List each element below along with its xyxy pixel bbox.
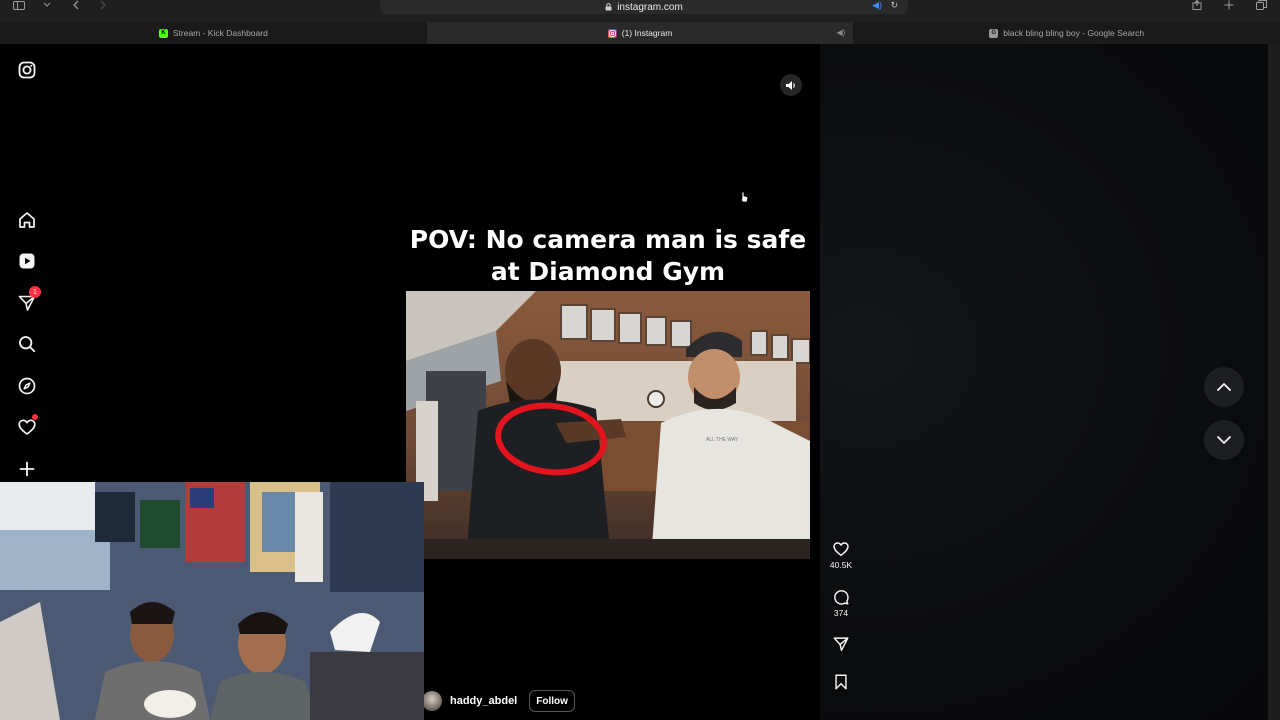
tab-overview-icon[interactable] bbox=[1254, 0, 1268, 10]
caption-line: POV: No camera man is safe bbox=[409, 225, 807, 254]
tab-bar: K Stream - Kick Dashboard (1) Instagram … bbox=[0, 22, 1280, 44]
back-icon[interactable] bbox=[68, 0, 82, 10]
browser-toolbar: instagram.com ◀) ↻ bbox=[0, 0, 1280, 22]
home-icon[interactable] bbox=[17, 210, 37, 230]
reels-icon[interactable] bbox=[17, 251, 37, 271]
tab-google-search[interactable]: G black bling bling boy - Google Search bbox=[853, 22, 1280, 44]
reel-video-frame: ALL THE WAY bbox=[406, 291, 810, 559]
tab-instagram[interactable]: (1) Instagram ◀) bbox=[426, 22, 854, 44]
search-icon[interactable] bbox=[17, 334, 37, 354]
comment-action[interactable]: 374 bbox=[826, 588, 856, 618]
bookmark-icon[interactable] bbox=[832, 673, 850, 691]
chevron-down-icon bbox=[1216, 435, 1232, 445]
reel-author: haddy_abdel Follow bbox=[422, 690, 575, 712]
google-icon: G bbox=[989, 28, 999, 38]
tab-label: (1) Instagram bbox=[621, 28, 673, 38]
previous-reel-button[interactable] bbox=[1204, 367, 1244, 407]
audio-toggle-button[interactable] bbox=[780, 74, 802, 96]
explore-icon[interactable] bbox=[17, 376, 37, 396]
heart-icon[interactable] bbox=[832, 540, 850, 558]
mouse-cursor-icon bbox=[739, 191, 749, 203]
tab-label: black bling bling boy - Google Search bbox=[1003, 28, 1145, 38]
chevron-down-icon[interactable] bbox=[40, 0, 54, 10]
like-count: 40.5K bbox=[829, 560, 853, 570]
url-text: instagram.com bbox=[617, 1, 683, 13]
follow-button[interactable]: Follow bbox=[529, 690, 575, 712]
lock-icon bbox=[605, 3, 612, 11]
kick-icon: K bbox=[158, 28, 168, 38]
speaker-icon bbox=[786, 80, 795, 90]
forward-icon[interactable] bbox=[96, 0, 110, 10]
new-tab-icon[interactable] bbox=[1222, 0, 1236, 10]
like-action[interactable]: 40.5K bbox=[826, 540, 856, 570]
messages-badge: 1 bbox=[29, 286, 41, 298]
reel-actions: 40.5K 374 bbox=[826, 44, 856, 720]
reel-caption-overlay: POV: No camera man is safe at Diamond Gy… bbox=[406, 224, 810, 288]
share-action[interactable] bbox=[826, 635, 856, 653]
tab-label: Stream - Kick Dashboard bbox=[172, 28, 268, 38]
author-username[interactable]: haddy_abdel bbox=[450, 695, 517, 707]
instagram-logo-icon[interactable] bbox=[17, 60, 37, 80]
comment-icon[interactable] bbox=[832, 588, 850, 606]
webcam-overlay bbox=[0, 482, 424, 720]
tab-audio-icon[interactable]: ◀) bbox=[872, 0, 882, 11]
chevron-up-icon bbox=[1216, 382, 1232, 392]
messages-icon[interactable]: 1 bbox=[17, 286, 41, 313]
notification-dot bbox=[32, 414, 38, 420]
save-action[interactable] bbox=[826, 673, 856, 691]
share-icon[interactable] bbox=[1190, 0, 1204, 10]
speaker-icon[interactable]: ◀) bbox=[837, 28, 846, 37]
reel-video[interactable]: POV: No camera man is safe at Diamond Gy… bbox=[406, 66, 810, 720]
reload-icon[interactable]: ↻ bbox=[890, 0, 898, 11]
avatar[interactable] bbox=[422, 691, 442, 711]
tab-kick-dashboard[interactable]: K Stream - Kick Dashboard bbox=[0, 22, 427, 44]
comment-count: 374 bbox=[833, 608, 849, 618]
scrollbar[interactable] bbox=[1268, 44, 1280, 720]
notifications-icon[interactable] bbox=[17, 414, 38, 437]
address-bar[interactable]: instagram.com ◀) ↻ bbox=[380, 0, 908, 14]
send-icon[interactable] bbox=[832, 635, 850, 653]
next-reel-button[interactable] bbox=[1204, 420, 1244, 460]
create-icon[interactable] bbox=[17, 459, 37, 479]
instagram-app: 1 POV: No camera man is safe at Diamond … bbox=[0, 44, 1280, 720]
caption-line: at Diamond Gym bbox=[490, 257, 726, 286]
sidebar-toggle-icon[interactable] bbox=[12, 0, 26, 10]
instagram-icon bbox=[607, 28, 617, 38]
svg-text:ALL THE WAY: ALL THE WAY bbox=[706, 437, 739, 443]
